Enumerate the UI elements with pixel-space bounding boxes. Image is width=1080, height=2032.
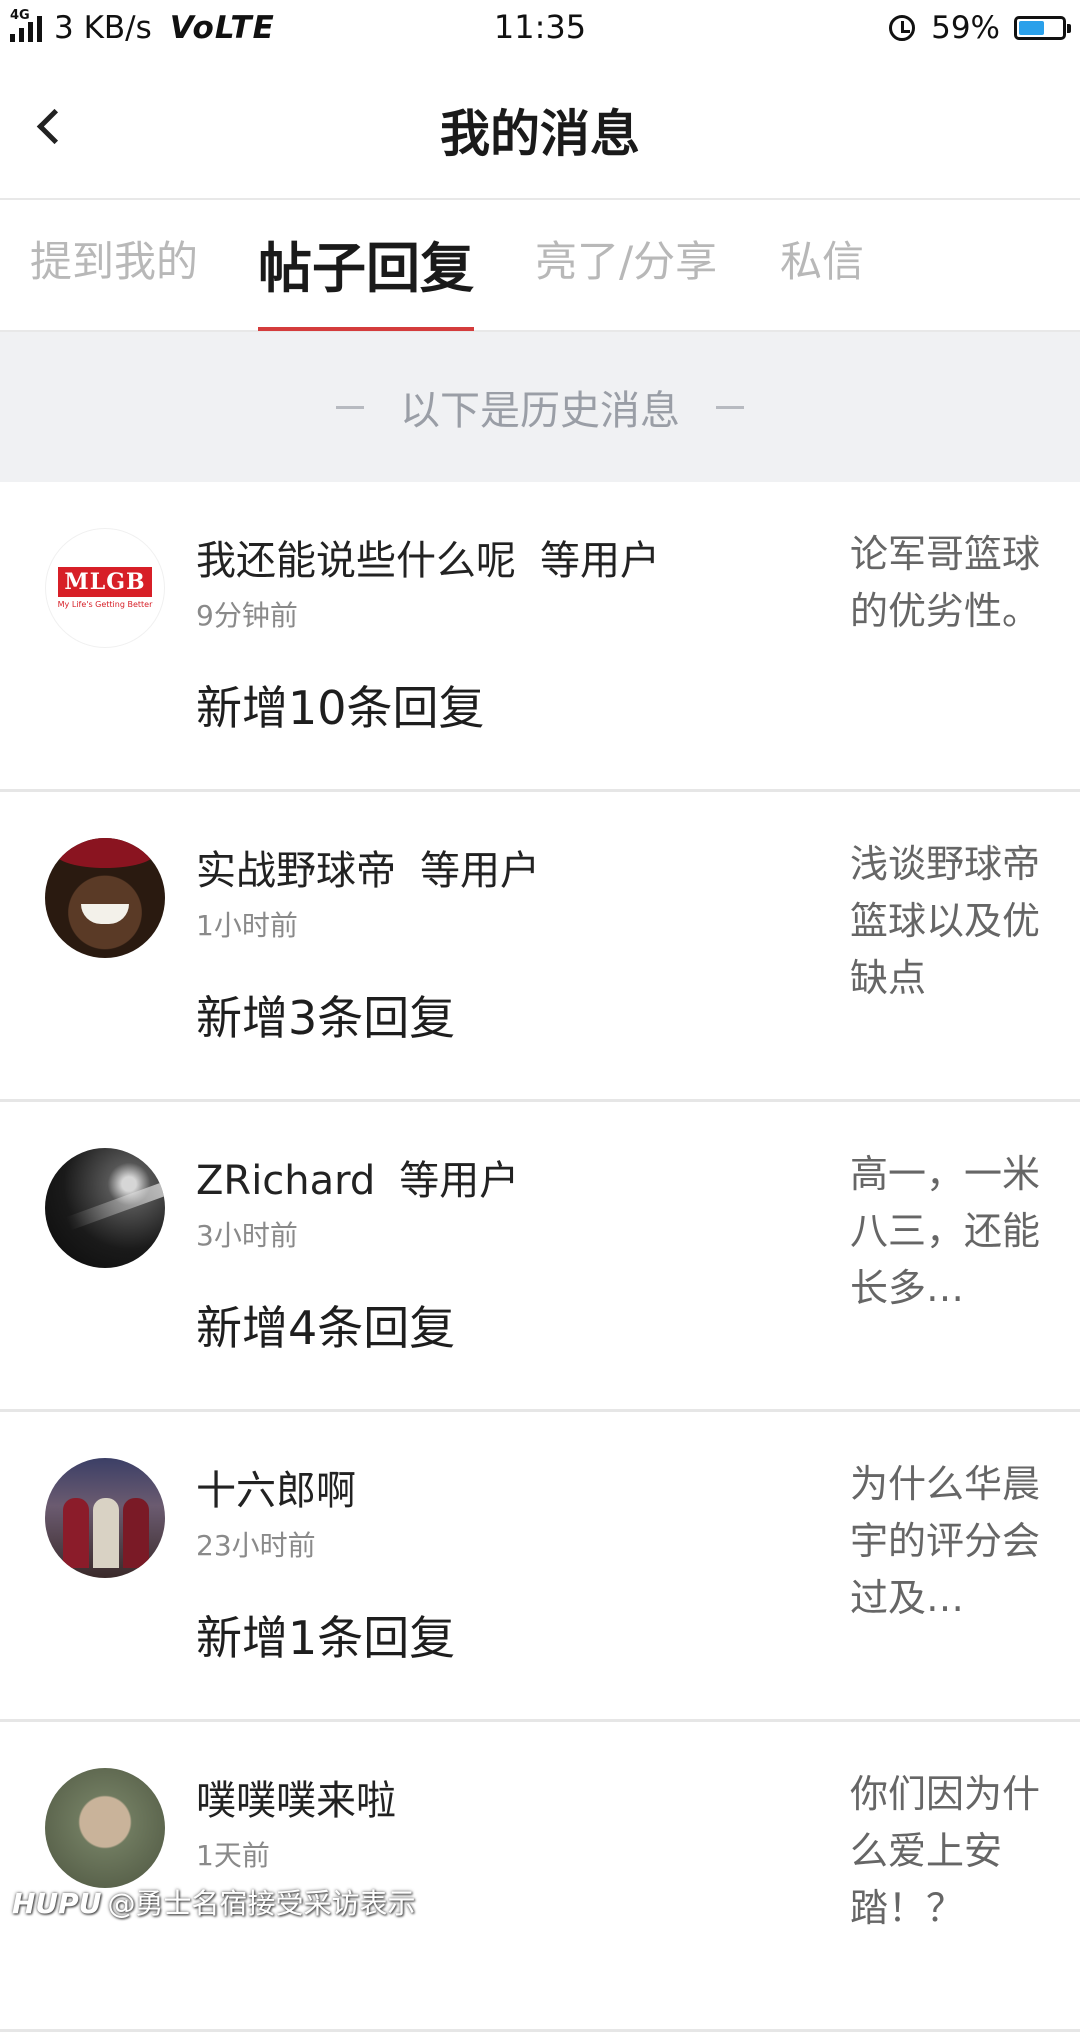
- avatar-cap: [55, 838, 155, 868]
- message-list: MLGB My Life's Getting Better 我还能说些什么呢 等用…: [0, 482, 1080, 2032]
- post-title[interactable]: 高一，一米八三，还能长多…: [850, 1146, 1050, 1317]
- status-bar: 4G 3 KB/s VoLTE 11:35 59%: [0, 0, 1080, 56]
- reply-count: 新增10条回复: [196, 681, 485, 735]
- avatar[interactable]: [45, 1148, 165, 1268]
- timestamp: 3小时前: [196, 1219, 298, 1252]
- post-title[interactable]: 论军哥篮球的优劣性。: [850, 526, 1050, 640]
- avatar-figure: [123, 1498, 149, 1568]
- username[interactable]: ZRichard: [196, 1158, 375, 1204]
- tab-likes-shares[interactable]: 亮了/分享: [535, 228, 717, 289]
- avatar[interactable]: [45, 838, 165, 958]
- timestamp: 1天前: [196, 1839, 270, 1872]
- history-label: 以下是历史消息: [400, 388, 680, 434]
- username[interactable]: 我还能说些什么呢: [196, 538, 516, 584]
- username-line: 十六郎啊: [196, 1458, 380, 1516]
- alarm-icon: [889, 15, 916, 41]
- watermark-brand: HUPU: [12, 1887, 102, 1920]
- avatar[interactable]: [45, 1768, 165, 1888]
- battery-percent: 59%: [931, 10, 1000, 46]
- history-divider: 以下是历史消息: [0, 332, 1080, 482]
- avatar-figure: [63, 1498, 89, 1568]
- tab-mentions[interactable]: 提到我的: [30, 228, 198, 289]
- divider-dash: [716, 405, 744, 409]
- post-title[interactable]: 为什么华晨宇的评分会过及…: [850, 1456, 1050, 1627]
- avatar-light-beam: [65, 1179, 165, 1231]
- message-item[interactable]: 噗噗噗来啦 1天前 你们因为什么爱上安踏！？: [0, 1722, 1080, 2032]
- username-line: 噗噗噗来啦: [196, 1768, 420, 1826]
- divider-dash: [336, 405, 364, 409]
- tab-post-replies[interactable]: 帖子回复: [258, 224, 474, 303]
- active-tab-indicator: [258, 327, 474, 331]
- username-suffix: 等用户: [399, 1158, 520, 1204]
- post-title[interactable]: 你们因为什么爱上安踏！？: [850, 1766, 1050, 1937]
- avatar-smile: [81, 904, 129, 924]
- timestamp: 23小时前: [196, 1529, 316, 1562]
- post-title[interactable]: 浅谈野球帝篮球以及优缺点: [850, 836, 1050, 1007]
- tab-private-messages[interactable]: 私信: [780, 228, 864, 289]
- username-suffix: 等用户: [540, 538, 660, 584]
- username[interactable]: 实战野球帝: [196, 848, 396, 894]
- battery-icon: [1014, 16, 1071, 40]
- message-item[interactable]: MLGB My Life's Getting Better 我还能说些什么呢 等用…: [0, 482, 1080, 792]
- avatar-figure: [93, 1498, 119, 1568]
- username-line: ZRichard 等用户: [196, 1148, 519, 1206]
- message-item[interactable]: 十六郎啊 23小时前 新增1条回复 为什么华晨宇的评分会过及…: [0, 1412, 1080, 1722]
- username[interactable]: 噗噗噗来啦: [196, 1778, 396, 1824]
- logo-tagline: My Life's Getting Better: [57, 600, 153, 609]
- watermark: HUPU @勇士名宿接受采访表示: [12, 1882, 415, 1922]
- message-item[interactable]: 实战野球帝 等用户 1小时前 新增3条回复 浅谈野球帝篮球以及优缺点: [0, 792, 1080, 1102]
- username-line: 我还能说些什么呢 等用户: [196, 528, 660, 586]
- timestamp: 1小时前: [196, 909, 298, 942]
- timestamp: 9分钟前: [196, 599, 298, 632]
- reply-count: 新增4条回复: [196, 1301, 456, 1355]
- username[interactable]: 十六郎啊: [196, 1468, 356, 1514]
- username-line: 实战野球帝 等用户: [196, 838, 540, 896]
- username-suffix: 等用户: [420, 848, 540, 894]
- avatar[interactable]: [45, 1458, 165, 1578]
- nav-header: 我的消息: [0, 56, 1080, 200]
- message-item[interactable]: ZRichard 等用户 3小时前 新增4条回复 高一，一米八三，还能长多…: [0, 1102, 1080, 1412]
- reply-count: 新增3条回复: [196, 991, 456, 1045]
- reply-count: 新增1条回复: [196, 1611, 456, 1665]
- page-title: 我的消息: [440, 105, 640, 163]
- mlgb-logo: MLGB: [58, 567, 152, 597]
- watermark-text: @勇士名宿接受采访表示: [107, 1887, 416, 1920]
- avatar[interactable]: MLGB My Life's Getting Better: [45, 528, 165, 648]
- tab-bar: 提到我的 帖子回复 亮了/分享 私信: [0, 200, 1080, 332]
